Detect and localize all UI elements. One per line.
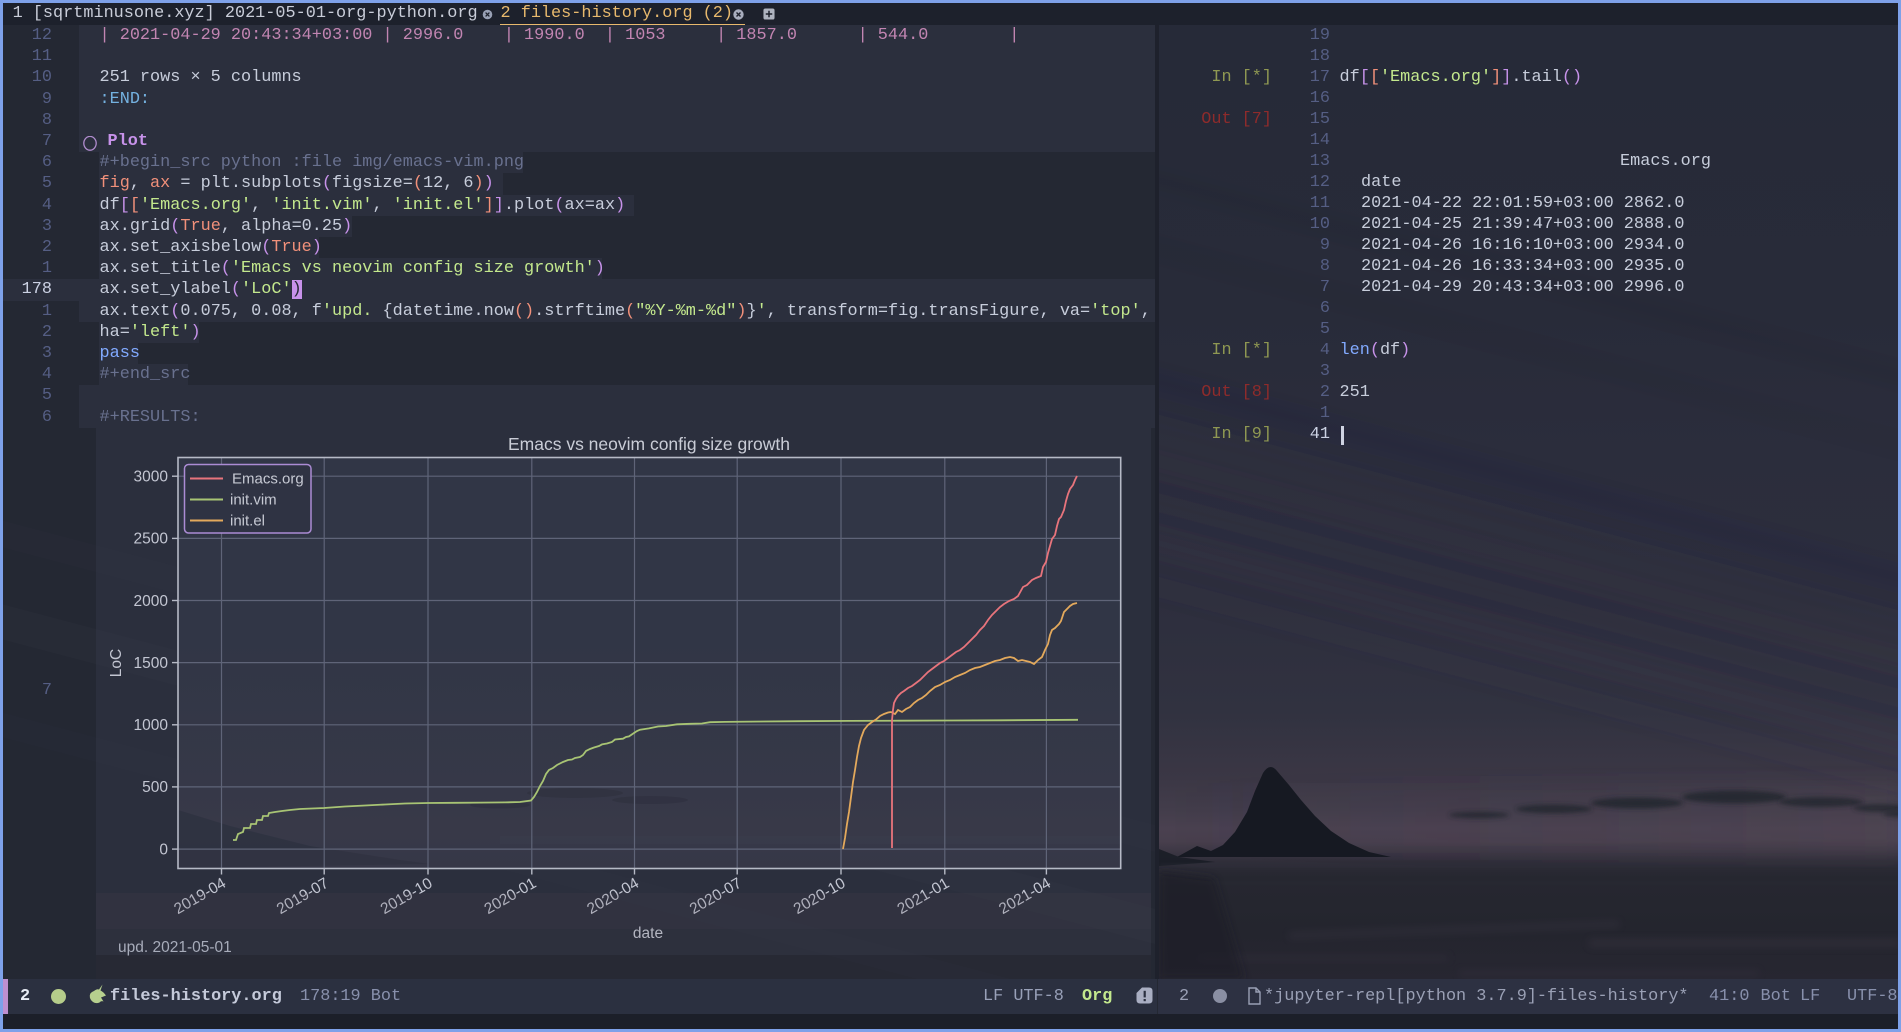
- svg-text:1500: 1500: [134, 655, 169, 672]
- svg-text:init.vim: init.vim: [230, 492, 277, 509]
- svg-text:init.el: init.el: [230, 513, 265, 530]
- svg-text:1000: 1000: [134, 717, 169, 734]
- svg-text:0: 0: [159, 841, 168, 858]
- svg-text:500: 500: [142, 779, 168, 796]
- svg-text:Emacs.org: Emacs.org: [232, 471, 304, 488]
- svg-text:3000: 3000: [134, 469, 169, 486]
- svg-text:2500: 2500: [134, 531, 169, 548]
- svg-text:Emacs vs neovim config size gr: Emacs vs neovim config size growth: [508, 434, 790, 454]
- svg-text:LoC: LoC: [108, 649, 125, 677]
- svg-text:2000: 2000: [134, 593, 169, 610]
